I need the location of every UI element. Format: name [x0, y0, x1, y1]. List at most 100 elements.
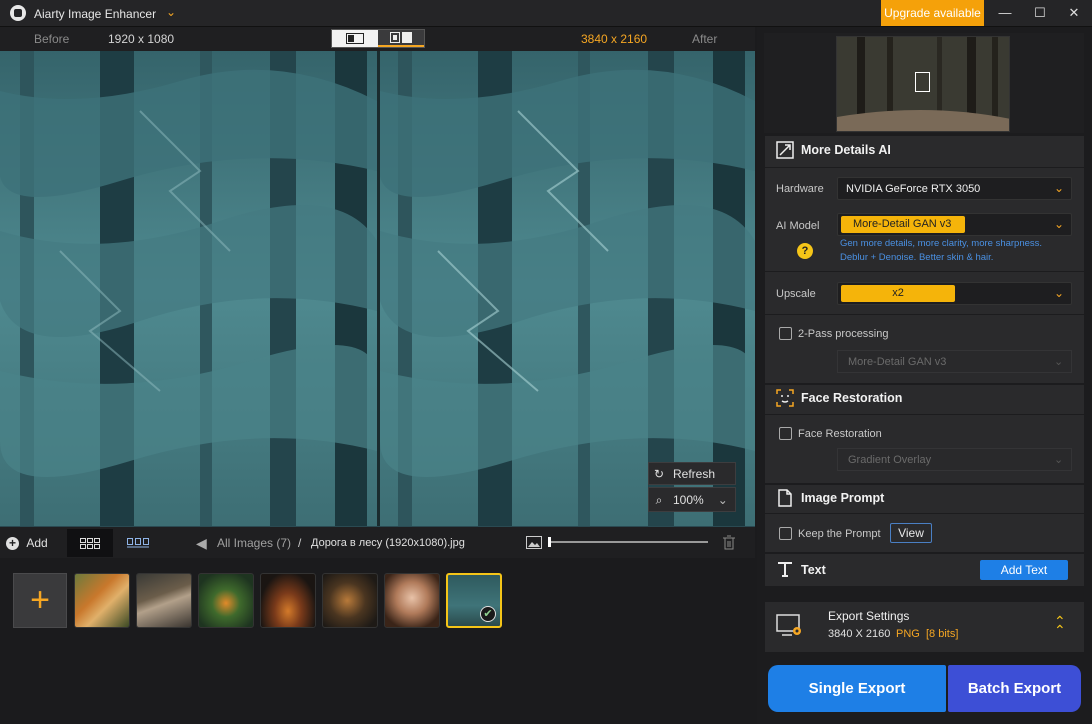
compare-mode-toggle[interactable] [331, 29, 425, 48]
face-restoration-title: Face Restoration [801, 391, 903, 405]
maximize-icon[interactable]: ☐ [1022, 0, 1058, 26]
export-settings-title: Export Settings [828, 609, 910, 623]
upgrade-button[interactable]: Upgrade available [881, 0, 984, 26]
refresh-label: Refresh [673, 467, 716, 481]
keep-prompt-checkbox[interactable] [779, 527, 792, 540]
before-image [0, 51, 377, 526]
face-restoration-label: Face Restoration [798, 428, 882, 440]
before-label: Before [34, 32, 70, 46]
hardware-select[interactable]: NVIDIA GeForce RTX 3050 ⌄ [837, 177, 1072, 200]
app-logo-icon [10, 5, 26, 21]
zoom-value: 100% [673, 493, 704, 507]
keep-prompt-label: Keep the Prompt [798, 528, 881, 540]
grid-icon [80, 538, 100, 549]
app-title: Aiarty Image Enhancer [34, 7, 157, 21]
filmstrip-view-tab[interactable] [127, 536, 149, 551]
two-pass-model-value: More-Detail GAN v3 [848, 356, 947, 368]
after-resolution: 3840 x 2160 [581, 32, 648, 46]
thumbnail-size-icon [526, 536, 542, 552]
divider [765, 513, 1084, 514]
face-mode-value: Gradient Overlay [848, 454, 932, 466]
back-arrow-icon[interactable]: ◀ [196, 535, 207, 552]
ai-model-value: More-Detail GAN v3 [841, 216, 965, 233]
ai-model-select[interactable]: More-Detail GAN v3 ⌄ [837, 213, 1072, 236]
chevron-down-icon[interactable]: ⌄ [166, 5, 176, 19]
text-tool-icon [777, 561, 793, 580]
model-description-1: Gen more details, more clarity, more sha… [840, 238, 1043, 249]
export-resolution: 3840 X 2160 [828, 628, 891, 640]
checkmark-icon: ✔ [480, 606, 496, 622]
chevron-down-icon: ⌄ [1054, 217, 1065, 231]
document-icon [778, 489, 792, 510]
grid-view-tab[interactable] [67, 529, 113, 557]
divider [765, 314, 1084, 315]
face-mode-select[interactable]: Gradient Overlay ⌄ [837, 448, 1072, 471]
chevron-down-icon: ⌄ [1054, 356, 1064, 368]
chevron-down-icon: ⌄ [717, 493, 728, 507]
thumbnail-animal[interactable] [322, 573, 378, 628]
chevron-down-icon: ⌄ [1054, 181, 1065, 195]
side-by-side-icon[interactable] [378, 30, 424, 47]
chevron-up-double-icon[interactable]: ⌃ ⌃ [1054, 614, 1066, 637]
export-format: PNG [896, 628, 920, 640]
zoom-dropdown[interactable]: ⌕ 100% ⌄ [648, 487, 736, 512]
help-icon[interactable]: ? [797, 243, 813, 259]
slider-thumb[interactable] [548, 537, 551, 547]
add-images-button[interactable]: + Add [6, 536, 48, 550]
refresh-button[interactable]: ↻ Refresh [648, 462, 736, 485]
after-label: After [692, 32, 718, 46]
upscale-value: x2 [841, 285, 955, 302]
breadcrumb-separator: / [298, 536, 302, 550]
thumbnail-burger[interactable] [260, 573, 316, 628]
chevron-down-icon: ⌄ [1054, 286, 1065, 300]
refresh-icon: ↻ [653, 467, 665, 481]
chevron-down-icon: ⌄ [1054, 454, 1064, 466]
thumbnail-portrait[interactable] [384, 573, 440, 628]
trash-icon[interactable] [722, 535, 736, 553]
zoom-icon: ⌕ [655, 493, 663, 507]
thumbnail-size-slider[interactable] [550, 541, 708, 543]
upscale-select[interactable]: x2 ⌄ [837, 282, 1072, 305]
two-pass-checkbox[interactable] [779, 327, 792, 340]
close-icon[interactable]: ✕ [1056, 0, 1092, 26]
face-scan-icon [776, 389, 794, 410]
two-pass-model-select[interactable]: More-Detail GAN v3 ⌄ [837, 350, 1072, 373]
divider [765, 271, 1084, 272]
upscale-label: Upscale [776, 288, 816, 300]
ai-model-label: AI Model [776, 220, 820, 232]
filmstrip-icon [127, 538, 149, 548]
two-pass-label: 2-Pass processing [798, 328, 889, 340]
view-prompt-button[interactable]: View [890, 523, 932, 543]
breadcrumb-filename: Дорога в лесу (1920x1080).jpg [311, 537, 465, 549]
image-prompt-title: Image Prompt [801, 491, 885, 505]
model-description-2: Deblur + Denoise. Better skin & hair. [840, 252, 994, 263]
add-image-tile[interactable]: + [13, 573, 67, 628]
divider [765, 167, 1084, 168]
more-details-title: More Details AI [801, 143, 891, 157]
split-view-icon[interactable] [332, 30, 378, 47]
export-settings-panel[interactable] [765, 602, 1084, 652]
export-bits: [8 bits] [926, 628, 959, 640]
breadcrumb-all-images[interactable]: All Images (7) [217, 536, 291, 550]
hardware-label: Hardware [776, 183, 824, 195]
minimize-icon[interactable]: — [987, 0, 1023, 26]
add-text-button[interactable]: Add Text [980, 560, 1068, 580]
single-export-button[interactable]: Single Export [768, 665, 946, 712]
hardware-value: NVIDIA GeForce RTX 3050 [846, 183, 981, 195]
navigator-viewport[interactable] [915, 72, 930, 92]
before-resolution: 1920 x 1080 [108, 32, 175, 46]
export-settings-icon [776, 614, 804, 641]
after-image [380, 51, 755, 526]
add-label: Add [26, 536, 48, 550]
divider [765, 414, 1084, 415]
thumbnail-flower[interactable] [198, 573, 254, 628]
compare-divider[interactable] [377, 51, 380, 526]
more-details-icon [776, 141, 794, 162]
face-restoration-checkbox[interactable] [779, 427, 792, 440]
thumbnail-tiger[interactable] [74, 573, 130, 628]
text-title: Text [801, 563, 826, 577]
thumbnail-butterfly[interactable] [136, 573, 192, 628]
thumbnail-forest-selected[interactable] [446, 573, 502, 628]
plus-circle-icon: + [6, 537, 19, 550]
batch-export-button[interactable]: Batch Export [948, 665, 1081, 712]
